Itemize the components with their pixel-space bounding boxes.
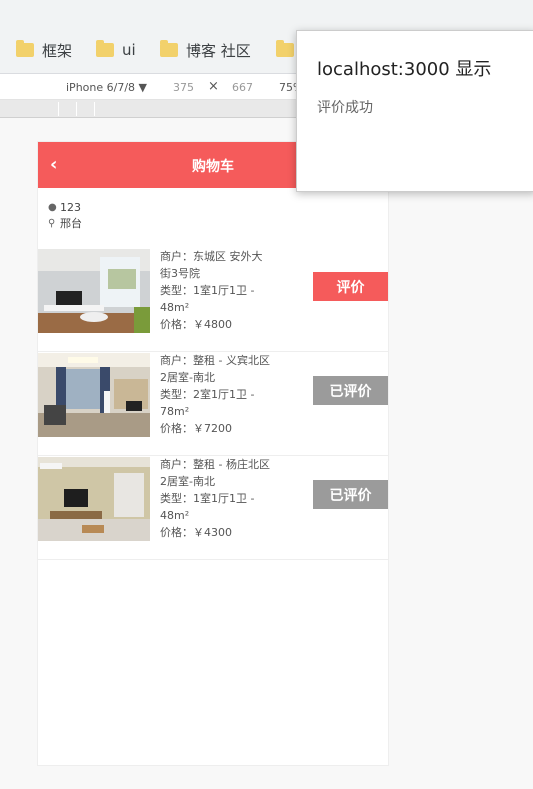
folder-icon xyxy=(276,40,294,57)
merchant-text: 商户：整租 - 杨庄北区2居室-南北 xyxy=(160,458,270,488)
map-pin-icon: ⚲ xyxy=(48,218,56,229)
folder-icon xyxy=(16,40,34,57)
room-photo xyxy=(38,353,150,437)
times-icon: × xyxy=(208,79,219,94)
bookmark-framework[interactable]: 框架 xyxy=(16,38,72,62)
item-info: 商户：整租 - 义宾北区2居室-南北 类型：2室1厅1卫 - 78m² 价格：￥… xyxy=(160,352,270,437)
alert-dialog: localhost:3000 显示 评价成功 xyxy=(296,30,533,192)
bookmark-partial[interactable] xyxy=(276,38,294,62)
alert-title: localhost:3000 显示 xyxy=(317,59,492,80)
price-text: 价格：￥4300 xyxy=(160,526,232,539)
user-info: ● 123 ⚲ 邢台 xyxy=(38,188,388,248)
mobile-viewport: ‹ 购物车 ● 123 ⚲ 邢台 商户：东城区 安外大街3号院 类型：1室1厅1… xyxy=(37,141,389,766)
bookmark-blog[interactable]: 博客 社区 xyxy=(160,38,251,62)
location-row: ⚲ 邢台 xyxy=(48,216,378,232)
merchant-text: 商户：东城区 安外大街3号院 xyxy=(160,250,263,280)
type-text: 类型：2室1厅1卫 - 78m² xyxy=(160,388,255,418)
type-text: 类型：1室1厅1卫 - 48m² xyxy=(160,492,255,522)
review-button[interactable]: 评价 xyxy=(313,272,388,301)
price-text: 价格：￥7200 xyxy=(160,422,232,435)
bookmark-label: ui xyxy=(122,41,136,59)
bookmark-label: 框架 xyxy=(42,41,73,60)
room-photo xyxy=(38,249,150,333)
item-info: 商户：整租 - 杨庄北区2居室-南北 类型：1室1厅1卫 - 48m² 价格：￥… xyxy=(160,456,270,541)
alert-message: 评价成功 xyxy=(317,100,373,116)
device-select[interactable]: iPhone 6/7/8 ▼ xyxy=(66,81,147,94)
reviewed-button[interactable]: 已评价 xyxy=(313,376,388,405)
user-icon: ● xyxy=(48,202,57,213)
bookmark-label: 博客 社区 xyxy=(186,41,251,60)
merchant-text: 商户：整租 - 义宾北区2居室-南北 xyxy=(160,354,270,384)
height-input[interactable]: 667 xyxy=(232,81,253,94)
user-name: 123 xyxy=(60,201,81,214)
room-photo xyxy=(38,457,150,541)
folder-icon xyxy=(160,40,178,57)
bookmark-ui[interactable]: ui xyxy=(96,38,136,62)
reviewed-button[interactable]: 已评价 xyxy=(313,480,388,509)
price-text: 价格：￥4800 xyxy=(160,318,232,331)
width-input[interactable]: 375 xyxy=(173,81,194,94)
cart-item: 商户：东城区 安外大街3号院 类型：1室1厅1卫 - 48m² 价格：￥4800… xyxy=(38,248,388,352)
type-text: 类型：1室1厅1卫 - 48m² xyxy=(160,284,255,314)
user-row: ● 123 xyxy=(48,200,378,216)
item-info: 商户：东城区 安外大街3号院 类型：1室1厅1卫 - 48m² 价格：￥4800 xyxy=(160,248,270,333)
cart-item: 商户：整租 - 杨庄北区2居室-南北 类型：1室1厅1卫 - 48m² 价格：￥… xyxy=(38,456,388,560)
cart-item: 商户：整租 - 义宾北区2居室-南北 类型：2室1厅1卫 - 78m² 价格：￥… xyxy=(38,352,388,456)
folder-icon xyxy=(96,40,114,57)
user-city: 邢台 xyxy=(60,217,82,230)
